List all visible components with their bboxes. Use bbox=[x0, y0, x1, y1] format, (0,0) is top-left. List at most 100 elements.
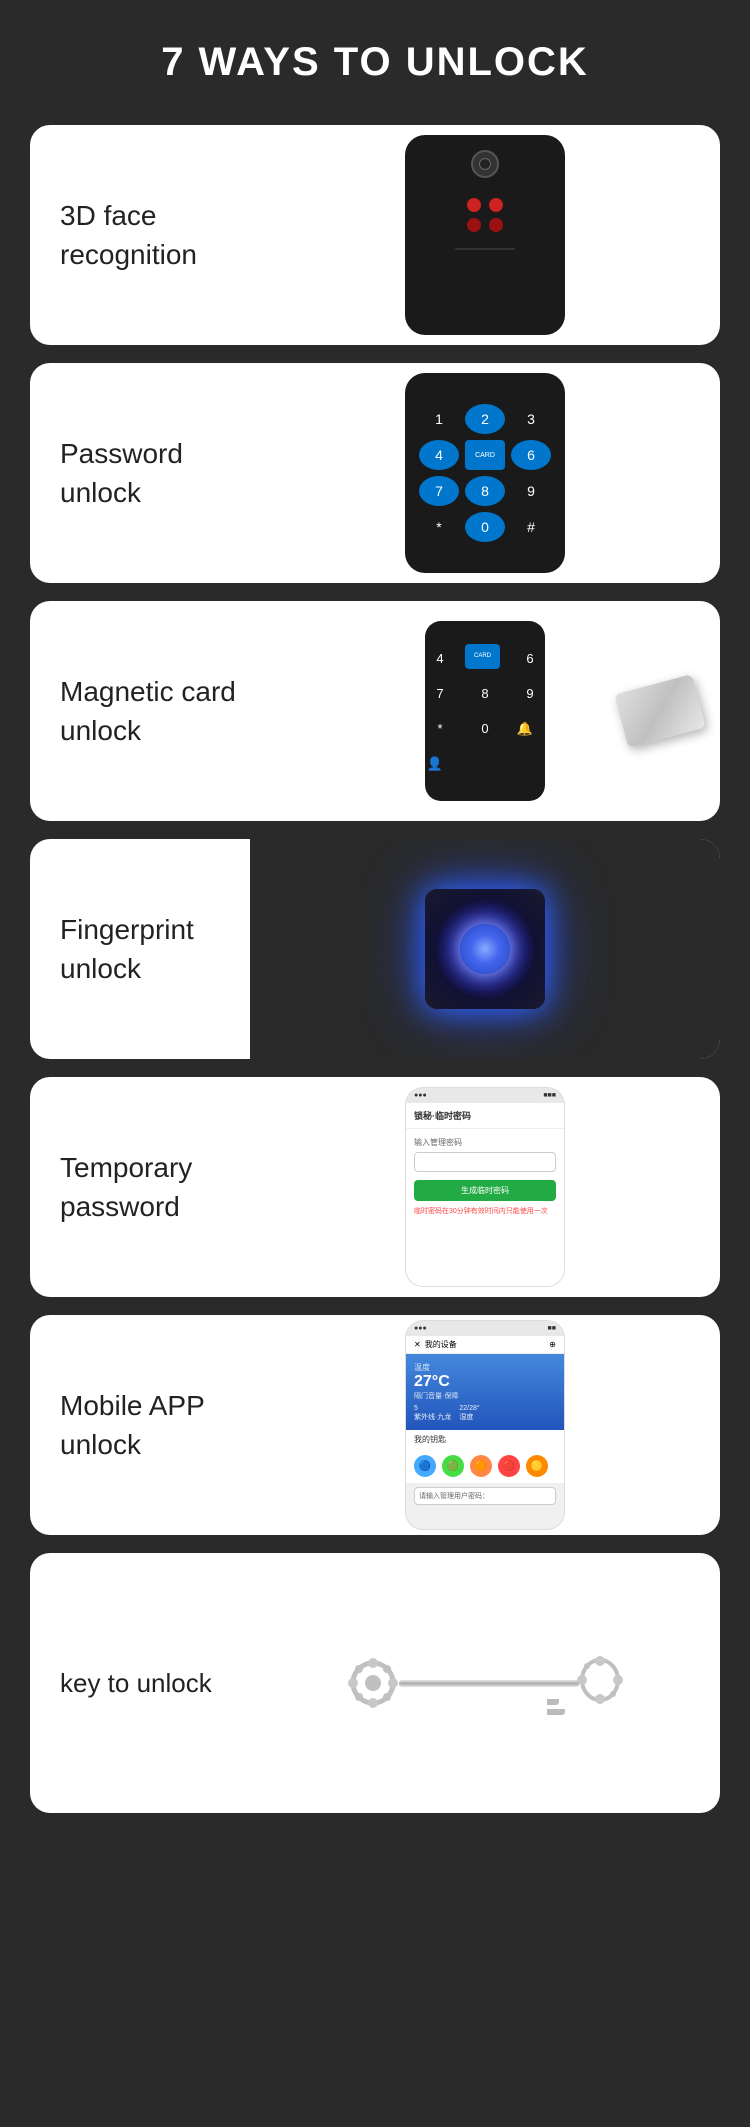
temp-input-label: 输入管理密码 bbox=[414, 1137, 556, 1148]
app-blue-area: 温度 27°C 隔门音量·保障 5紫外线·九龙 22/28°湿度 bbox=[406, 1354, 564, 1430]
key-7: 7 bbox=[419, 476, 459, 506]
temp-phone-header: ●●● ■■■ bbox=[406, 1088, 564, 1103]
face-sensor-dots bbox=[467, 198, 503, 212]
card-temporary-password: Temporarypassword ●●● ■■■ 锁秘·临时密码 输入管理密码… bbox=[30, 1077, 720, 1297]
card-label-app: Mobile APPunlock bbox=[30, 1366, 250, 1484]
app-phone: ●●● ■■ ✕ 我的设备 ⊕ 温度 27°C 隔门音量·保障 5紫外线·九龙 … bbox=[405, 1320, 565, 1530]
mk-5: CARD bbox=[465, 644, 500, 669]
fingerprint-center bbox=[460, 924, 510, 974]
temp-generate-btn[interactable]: 生成临时密码 bbox=[414, 1180, 556, 1201]
key-shaft bbox=[399, 1680, 579, 1687]
app-icon-3: 🟠 bbox=[470, 1455, 492, 1477]
key-0: 0 bbox=[465, 512, 505, 542]
temp-phone: ●●● ■■■ 锁秘·临时密码 输入管理密码 生成临时密码 临时密码在30分钟有… bbox=[405, 1087, 565, 1287]
app-stat-1: 5紫外线·九龙 bbox=[414, 1405, 451, 1422]
card-magnetic: Magnetic cardunlock 4 CARD 6 7 8 9 * 0 🔔… bbox=[30, 601, 720, 821]
key-illustration bbox=[250, 1653, 720, 1713]
face-dot-2 bbox=[489, 198, 503, 212]
app-password-input[interactable]: 请输入管理用户密码： bbox=[414, 1487, 556, 1505]
card-label-key: key to unlock bbox=[30, 1645, 250, 1721]
face-visual bbox=[250, 125, 720, 345]
mk-9: 9 bbox=[510, 679, 550, 709]
fingerprint-visual bbox=[250, 839, 720, 1059]
key-star: * bbox=[419, 512, 459, 542]
password-visual: 1 2 3 4 CARD 6 7 8 9 * 0 # bbox=[250, 363, 720, 583]
app-icon-5: 🟡 bbox=[526, 1455, 548, 1477]
phone-bottom-bar bbox=[455, 248, 515, 250]
key-8: 8 bbox=[465, 476, 505, 506]
keypad-phone: 1 2 3 4 CARD 6 7 8 9 * 0 # bbox=[405, 373, 565, 573]
app-stat-2: 22/28°湿度 bbox=[459, 1405, 479, 1422]
key-6: 6 bbox=[511, 440, 551, 470]
app-nav-title: 我的设备 bbox=[425, 1339, 457, 1350]
key-visual bbox=[250, 1573, 720, 1793]
key-9: 9 bbox=[511, 476, 551, 506]
magcard-container: 4 CARD 6 7 8 9 * 0 🔔 👤 bbox=[250, 611, 720, 811]
app-temp-label: 温度 bbox=[414, 1362, 556, 1373]
app-sub-label: 隔门音量·保障 bbox=[414, 1391, 556, 1401]
temp-input-box bbox=[414, 1152, 556, 1172]
key-1: 1 bbox=[419, 404, 459, 434]
app-stats: 5紫外线·九龙 22/28°湿度 bbox=[414, 1405, 556, 1422]
key-hash: # bbox=[511, 512, 551, 542]
face-dot-3 bbox=[467, 218, 481, 232]
card-label-temp: Temporarypassword bbox=[30, 1128, 250, 1246]
app-icon-2: 🟢 bbox=[442, 1455, 464, 1477]
page-title: 7 WAYS TO UNLOCK bbox=[161, 40, 589, 85]
app-icon-1: 🔵 bbox=[414, 1455, 436, 1477]
mk-6: 6 bbox=[510, 644, 550, 674]
key-5-card: CARD bbox=[465, 440, 505, 470]
magcard-keypad: 4 CARD 6 7 8 9 * 0 🔔 👤 bbox=[420, 644, 550, 779]
card-face-recognition: 3D face recognition bbox=[30, 125, 720, 345]
face-dot-1 bbox=[467, 198, 481, 212]
card-mobile-app: Mobile APPunlock ●●● ■■ ✕ 我的设备 ⊕ 温度 27°C… bbox=[30, 1315, 720, 1535]
mk-star: * bbox=[420, 714, 460, 744]
card-label-password: Passwordunlock bbox=[30, 414, 250, 532]
mk-8: 8 bbox=[465, 679, 505, 709]
card-key-unlock: key to unlock bbox=[30, 1553, 720, 1813]
camera-lens bbox=[479, 158, 491, 170]
fingerprint-glow bbox=[425, 889, 545, 1009]
key-bow-svg bbox=[346, 1656, 401, 1711]
mk-4: 4 bbox=[420, 644, 460, 674]
key-2: 2 bbox=[465, 404, 505, 434]
app-visual: ●●● ■■ ✕ 我的设备 ⊕ 温度 27°C 隔门音量·保障 5紫外线·九龙 … bbox=[250, 1315, 720, 1535]
face-dot-4 bbox=[489, 218, 503, 232]
mk-person: 👤 bbox=[420, 749, 450, 779]
temp-battery: ■■■ bbox=[543, 1092, 556, 1099]
temp-phone-body: 输入管理密码 生成临时密码 临时密码在30分钟有效时间内只能使用一次 bbox=[406, 1129, 564, 1286]
temp-signal: ●●● bbox=[414, 1092, 427, 1099]
key-tooth-2 bbox=[547, 1709, 565, 1715]
key-4: 4 bbox=[419, 440, 459, 470]
face-phone bbox=[405, 135, 565, 335]
magnetic-visual: 4 CARD 6 7 8 9 * 0 🔔 👤 bbox=[250, 601, 720, 821]
key-3: 3 bbox=[511, 404, 551, 434]
app-battery: ■■ bbox=[548, 1325, 556, 1332]
keypad-grid: 1 2 3 4 CARD 6 7 8 9 * 0 # bbox=[419, 404, 551, 542]
app-signal: ●●● bbox=[414, 1325, 427, 1332]
card-fingerprint: Fingerprintunlock bbox=[30, 839, 720, 1059]
magcard-phone: 4 CARD 6 7 8 9 * 0 🔔 👤 bbox=[425, 621, 545, 801]
camera-icon bbox=[471, 150, 499, 178]
card-password-unlock: Passwordunlock 1 2 3 4 CARD 6 7 8 9 * 0 … bbox=[30, 363, 720, 583]
app-icon-4: 🔴 bbox=[498, 1455, 520, 1477]
app-my-keys-label: 我的钥匙 bbox=[406, 1430, 564, 1449]
key-end-svg bbox=[575, 1653, 625, 1708]
app-icons-row: 🔵 🟢 🟠 🔴 🟡 bbox=[406, 1449, 564, 1483]
temp-visual: ●●● ■■■ 锁秘·临时密码 输入管理密码 生成临时密码 临时密码在30分钟有… bbox=[250, 1077, 720, 1297]
card-label-magnetic: Magnetic cardunlock bbox=[30, 652, 250, 770]
app-header: ●●● ■■ bbox=[406, 1321, 564, 1336]
key-teeth bbox=[547, 1699, 565, 1715]
app-nav: ✕ 我的设备 ⊕ bbox=[406, 1336, 564, 1354]
mk-hash: 🔔 bbox=[510, 714, 540, 744]
key-end-deco bbox=[575, 1653, 625, 1713]
temp-notice: 临时密码在30分钟有效时间内只能使用一次 bbox=[414, 1207, 556, 1216]
key-assembly bbox=[346, 1653, 625, 1713]
key-tooth-1 bbox=[547, 1699, 559, 1705]
mk-7: 7 bbox=[420, 679, 460, 709]
app-back-icon: ✕ bbox=[414, 1340, 421, 1349]
face-sensor-dots-2 bbox=[467, 218, 503, 232]
card-label-face: 3D face recognition bbox=[30, 176, 250, 294]
temp-app-title: 锁秘·临时密码 bbox=[406, 1103, 564, 1129]
card-label-fingerprint: Fingerprintunlock bbox=[30, 890, 250, 1008]
